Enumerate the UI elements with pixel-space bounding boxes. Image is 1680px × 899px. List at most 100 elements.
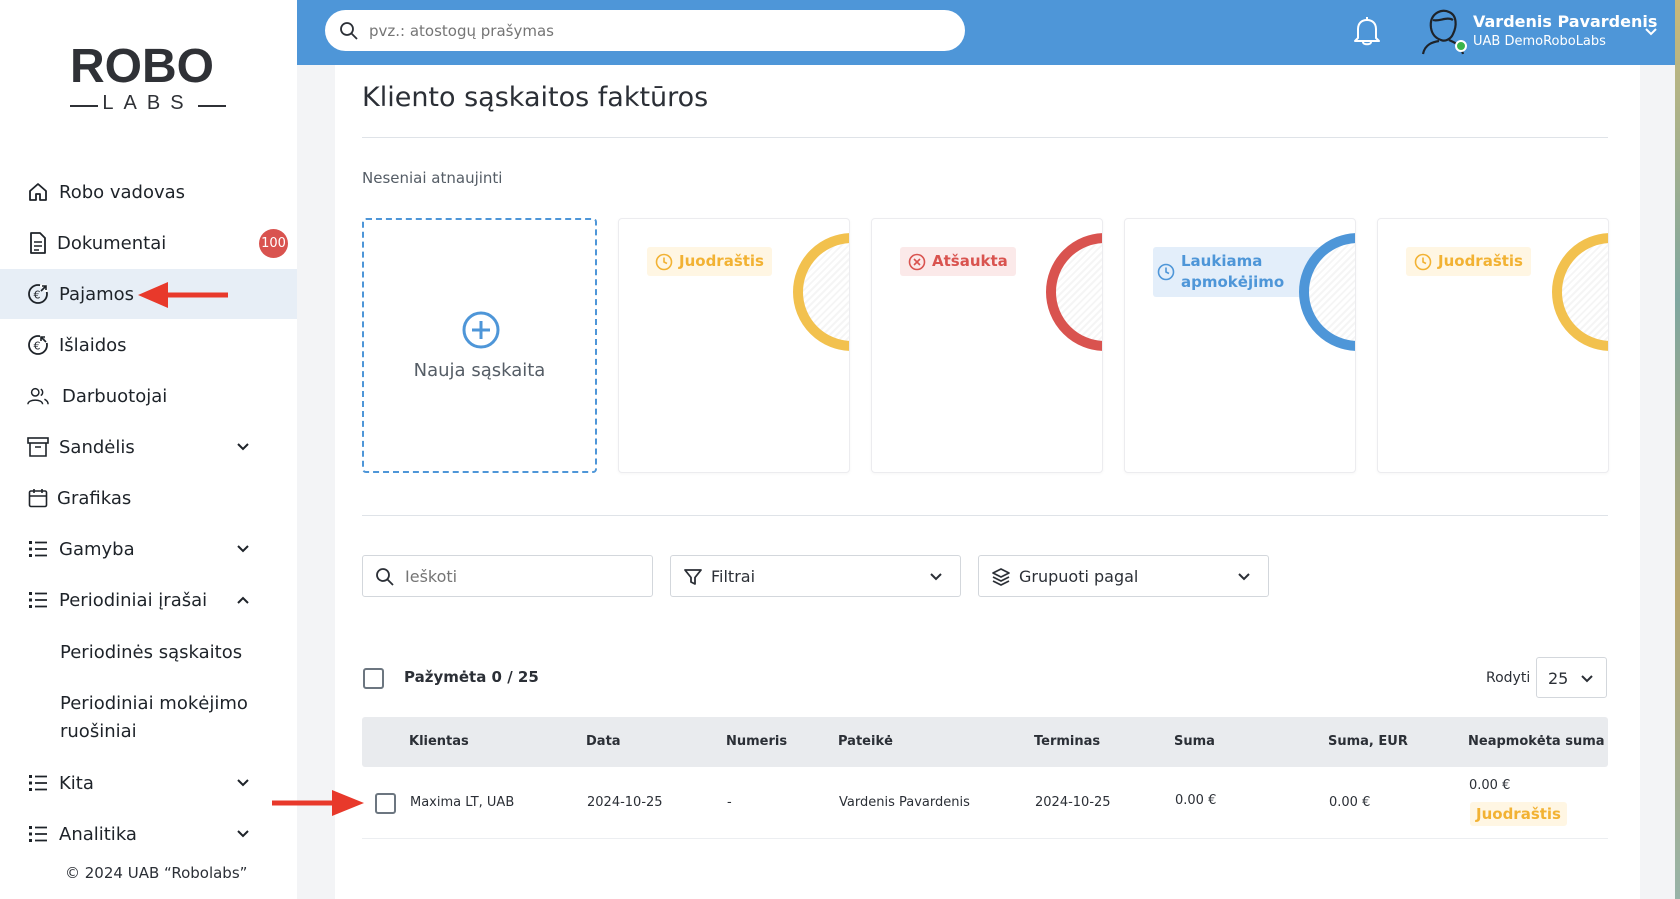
column-header[interactable]: Terminas xyxy=(1034,734,1100,749)
robolabs-logo[interactable]: ROBO LABS xyxy=(70,40,226,120)
row-checkbox[interactable] xyxy=(375,793,396,814)
sidebar-item-label: Grafikas xyxy=(57,487,132,509)
sidebar-item-gamyba[interactable]: Gamyba xyxy=(0,524,297,574)
sidebar-item-label: Periodiniai įrašai xyxy=(59,589,208,611)
cell-submitted-by: Vardenis Pavardenis xyxy=(839,795,970,810)
background-edge xyxy=(1675,0,1680,899)
selected-count: Pažymėta 0 / 25 xyxy=(404,668,539,686)
svg-text:€: € xyxy=(34,289,41,302)
new-invoice-label: Nauja sąskaita xyxy=(413,360,546,381)
recent-invoice-card[interactable]: Laukiama apmokėjimo xyxy=(1124,218,1356,473)
chevron-down-icon xyxy=(237,443,249,451)
company-name[interactable]: UAB DemoRoboLabs xyxy=(1473,34,1606,49)
sidebar-item-sandelis[interactable]: Sandėlis xyxy=(0,422,297,472)
recent-section-label: Neseniai atnaujinti xyxy=(362,169,503,187)
plus-circle-icon xyxy=(462,311,500,349)
sidebar-item-label: Robo vadovas xyxy=(59,181,186,203)
page-size-value: 25 xyxy=(1548,669,1569,688)
svg-text:€: € xyxy=(34,340,41,353)
bell-icon[interactable] xyxy=(1353,16,1381,46)
new-invoice-button[interactable]: Nauja sąskaita xyxy=(362,218,597,473)
home-icon xyxy=(27,181,49,203)
arrow-annotation-icon xyxy=(272,790,364,816)
sidebar-item-analitika[interactable]: Analitika xyxy=(0,809,297,859)
column-header[interactable]: Pateikė xyxy=(838,734,893,749)
archive-icon xyxy=(27,436,49,458)
sidebar: ROBO LABS Robo vadovas Dokumentai 100 € … xyxy=(0,0,297,899)
card-thumbnail-ring xyxy=(1552,233,1608,351)
select-all-checkbox[interactable] xyxy=(363,668,384,689)
documents-count-badge: 100 xyxy=(259,229,288,258)
expenses-icon: € xyxy=(27,334,49,356)
clock-icon xyxy=(1157,263,1175,281)
filters-dropdown[interactable]: Filtrai xyxy=(670,555,961,597)
sidebar-subitem-periodines-saskaitos[interactable]: Periodinės sąskaitos xyxy=(60,639,280,667)
recent-invoice-card[interactable]: Juodraštis xyxy=(618,218,850,473)
cell-date: 2024-10-25 xyxy=(587,795,663,810)
sidebar-item-islaidos[interactable]: € Išlaidos xyxy=(0,320,297,370)
top-bar: Vardenis Pavardenis UAB DemoRoboLabs xyxy=(297,0,1675,65)
card-thumbnail-ring xyxy=(793,233,849,351)
sidebar-item-periodiniai-irasai[interactable]: Periodiniai įrašai xyxy=(0,575,297,625)
sidebar-item-label: Dokumentai xyxy=(57,232,167,254)
chevron-down-icon xyxy=(237,545,249,553)
sidebar-item-label: Darbuotojai xyxy=(62,385,168,407)
income-icon: € xyxy=(27,283,49,305)
filter-icon xyxy=(684,569,702,585)
online-status-dot xyxy=(1455,40,1467,52)
sidebar-item-darbuotojai[interactable]: Darbuotojai xyxy=(0,371,297,421)
sidebar-item-label: Kita xyxy=(59,772,94,794)
global-search-input[interactable] xyxy=(369,10,949,51)
filters-label: Filtrai xyxy=(711,567,756,586)
table-row[interactable]: Maxima LT, UAB 2024-10-25 - Vardenis Pav… xyxy=(362,767,1608,839)
sidebar-item-robo-vadovas[interactable]: Robo vadovas xyxy=(0,167,297,217)
svg-text:ROBO: ROBO xyxy=(70,40,214,92)
logo-labs: LABS xyxy=(102,92,194,114)
layers-icon xyxy=(992,568,1010,586)
invoice-search[interactable] xyxy=(362,555,653,597)
copyright-text: © 2024 UAB “Robolabs” xyxy=(65,864,248,882)
table-header: Klientas Data Numeris Pateikė Terminas S… xyxy=(362,717,1608,767)
list-icon xyxy=(27,589,49,611)
column-header[interactable]: Klientas xyxy=(409,734,469,749)
chevron-down-icon[interactable] xyxy=(1643,24,1659,40)
sidebar-item-label: Sandėlis xyxy=(59,436,135,458)
column-header[interactable]: Numeris xyxy=(726,734,787,749)
cell-client[interactable]: Maxima LT, UAB xyxy=(410,795,514,810)
chevron-down-icon xyxy=(1581,675,1593,683)
chevron-down-icon xyxy=(1238,573,1250,581)
chevron-up-icon xyxy=(237,596,249,604)
search-icon xyxy=(340,22,358,40)
users-icon xyxy=(27,385,49,407)
list-icon xyxy=(27,772,49,794)
list-icon xyxy=(27,538,49,560)
cell-amount-eur: 0.00 € xyxy=(1329,795,1371,810)
group-by-dropdown[interactable]: Grupuoti pagal xyxy=(978,555,1269,597)
recent-invoice-card[interactable]: Juodraštis xyxy=(1377,218,1609,473)
page-size-select[interactable]: 25 xyxy=(1536,657,1607,698)
document-icon xyxy=(27,232,49,254)
sidebar-item-grafikas[interactable]: Grafikas xyxy=(0,473,297,523)
status-badge: Atšaukta xyxy=(900,247,1016,276)
sidebar-item-dokumentai[interactable]: Dokumentai 100 xyxy=(0,218,297,268)
column-header[interactable]: Neapmokėta suma xyxy=(1468,734,1605,749)
sidebar-subitem-periodiniai-mokejimo-ruosiniai[interactable]: Periodiniai mokėjimo ruošiniai xyxy=(60,690,280,746)
status-badge: Juodraštis xyxy=(1470,802,1567,826)
global-search[interactable] xyxy=(325,10,965,51)
divider xyxy=(362,515,1608,516)
avatar[interactable] xyxy=(1419,6,1467,56)
cell-due-date: 2024-10-25 xyxy=(1035,795,1111,810)
divider xyxy=(362,137,1608,138)
search-icon xyxy=(376,568,394,586)
column-header[interactable]: Data xyxy=(586,734,621,749)
page-size-label: Rodyti xyxy=(1486,670,1531,686)
invoice-search-input[interactable] xyxy=(405,556,645,596)
recent-invoice-card[interactable]: Atšaukta xyxy=(871,218,1103,473)
status-badge: Juodraštis xyxy=(647,247,772,276)
user-name[interactable]: Vardenis Pavardenis xyxy=(1473,12,1657,31)
sidebar-item-kita[interactable]: Kita xyxy=(0,758,297,808)
sidebar-item-label: Analitika xyxy=(59,823,137,845)
cell-unpaid: 0.00 € xyxy=(1469,778,1511,793)
column-header[interactable]: Suma, EUR xyxy=(1328,734,1408,749)
column-header[interactable]: Suma xyxy=(1174,734,1215,749)
